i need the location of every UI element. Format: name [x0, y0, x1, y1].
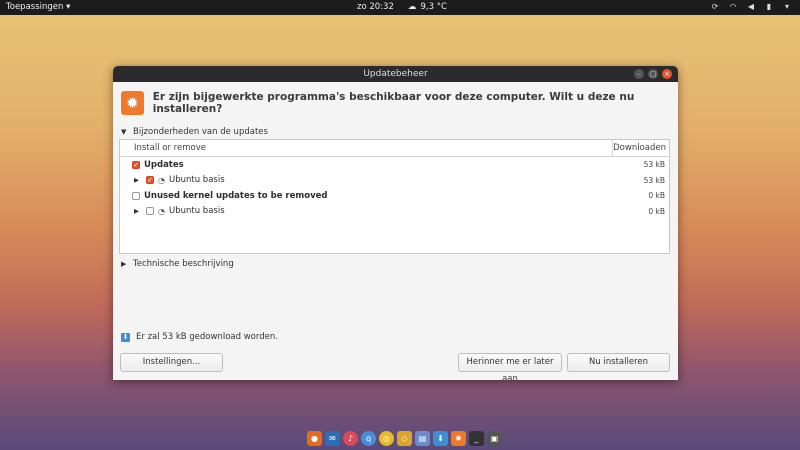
package-icon: ◔ [158, 206, 165, 216]
row-label: Updates [144, 159, 184, 170]
settings-button[interactable]: Instellingen... [120, 353, 223, 372]
row-label: Ubuntu basis [168, 206, 225, 217]
header: ✹ Er zijn bijgewerkte programma's beschi… [121, 91, 678, 115]
checkbox-updates[interactable]: ✓ [132, 160, 140, 169]
thunderbird-icon[interactable]: ✉ [325, 430, 340, 446]
column-header-size[interactable]: Downloaden [613, 140, 669, 156]
minimize-icon[interactable]: – [634, 69, 644, 79]
page-title: Er zijn bijgewerkte programma's beschikb… [152, 91, 635, 115]
top-bar: Toepassingen ▾ zo 20:32 ☁ 9,3 °C ⟳ ◠ ◀ ▮… [0, 0, 800, 15]
chevron-down-icon: ▾ [66, 2, 71, 12]
update-icon[interactable]: ⟳ [710, 1, 720, 12]
row-size: 53 kB [643, 175, 665, 185]
tree-row-ubuntu-basis-kernel[interactable]: ▶ ◔ Ubuntu basis 0 kB [120, 204, 669, 220]
dock: ● ✉ ♪ q ◎ ◇ ▤ ⬇ ✹ _ ▣ [304, 428, 502, 448]
row-size: 53 kB [643, 160, 665, 170]
system-tray: ⟳ ◠ ◀ ▮ ▾ [710, 1, 792, 12]
expander-right-icon[interactable]: ▶ [134, 176, 142, 184]
package-icon: ◔ [158, 175, 165, 185]
checkbox-unused-kernel[interactable] [132, 191, 140, 200]
software-updater-icon[interactable]: ✹ [451, 430, 466, 446]
tree-header: Install or remove Downloaden [120, 140, 669, 157]
details-label: Bijzonderheden van de updates [133, 127, 268, 137]
title-bar[interactable]: Updatebeheer – □ × [113, 66, 678, 82]
software-updater-icon: ✹ [121, 91, 144, 115]
tech-label: Technische beschrijving [133, 259, 234, 269]
tree-row-unused-kernel[interactable]: Unused kernel updates to be removed 0 kB [120, 188, 669, 204]
maximize-icon[interactable]: □ [648, 69, 658, 79]
update-manager-window: Updatebeheer – □ × ✹ Er zijn bijgewerkte… [113, 66, 678, 380]
window-title: Updatebeheer [363, 69, 428, 79]
qbittorrent-icon[interactable]: q [361, 430, 376, 446]
triangle-down-icon: ▼ [121, 128, 127, 136]
chevron-down-icon[interactable]: ▾ [782, 1, 792, 12]
battery-icon[interactable]: ▮ [764, 1, 774, 12]
window-controls: – □ × [634, 69, 672, 79]
download-info-text: Er zal 53 kB gedownload worden. [136, 332, 278, 342]
checkbox-ubuntu-basis-kernel[interactable] [146, 207, 154, 216]
firefox-icon[interactable]: ● [307, 430, 322, 446]
row-size: 0 kB [648, 206, 665, 216]
updates-tree: Install or remove Downloaden ✓ Updates 5… [119, 139, 670, 254]
applications-menu[interactable]: Toepassingen ▾ [6, 2, 70, 12]
install-now-button[interactable]: Nu installeren [567, 353, 670, 372]
column-header-name[interactable]: Install or remove [120, 140, 613, 156]
expander-right-icon[interactable]: ▶ [134, 207, 142, 215]
clock[interactable]: zo 20:32 [357, 2, 394, 12]
rhythmbox-icon[interactable]: ♪ [343, 430, 358, 446]
volume-icon[interactable]: ◀ [746, 1, 756, 12]
system-icon[interactable]: ◇ [397, 430, 412, 446]
checkbox-ubuntu-basis[interactable]: ✓ [146, 176, 154, 185]
remind-later-button[interactable]: Herinner me er later aan [458, 353, 562, 380]
technical-description-expander[interactable]: ▶ Technische beschrijving [121, 259, 234, 269]
row-size: 0 kB [648, 191, 665, 201]
software-center-icon[interactable]: ⬇ [433, 430, 448, 446]
triangle-right-icon: ▶ [121, 260, 127, 268]
row-label: Unused kernel updates to be removed [144, 190, 328, 201]
weather-indicator[interactable]: ☁ 9,3 °C [408, 2, 447, 12]
screenshot-icon[interactable]: ▣ [487, 430, 502, 446]
terminal-icon[interactable]: _ [469, 430, 484, 446]
transmission-icon[interactable]: ◎ [379, 430, 394, 446]
download-icon: ⬇ [121, 332, 130, 342]
tree-row-updates[interactable]: ✓ Updates 53 kB [120, 157, 669, 173]
wifi-icon[interactable]: ◠ [728, 1, 738, 12]
files-icon[interactable]: ▤ [415, 430, 430, 446]
weather-icon: ☁ [408, 2, 417, 12]
close-icon[interactable]: × [662, 69, 672, 79]
applications-label: Toepassingen [6, 2, 64, 12]
details-expander[interactable]: ▼ Bijzonderheden van de updates [121, 127, 268, 137]
weather-temp: 9,3 °C [420, 2, 447, 12]
row-label: Ubuntu basis [168, 175, 225, 186]
tree-row-ubuntu-basis[interactable]: ▶ ✓ ◔ Ubuntu basis 53 kB [120, 173, 669, 189]
download-info: ⬇ Er zal 53 kB gedownload worden. [121, 332, 278, 342]
